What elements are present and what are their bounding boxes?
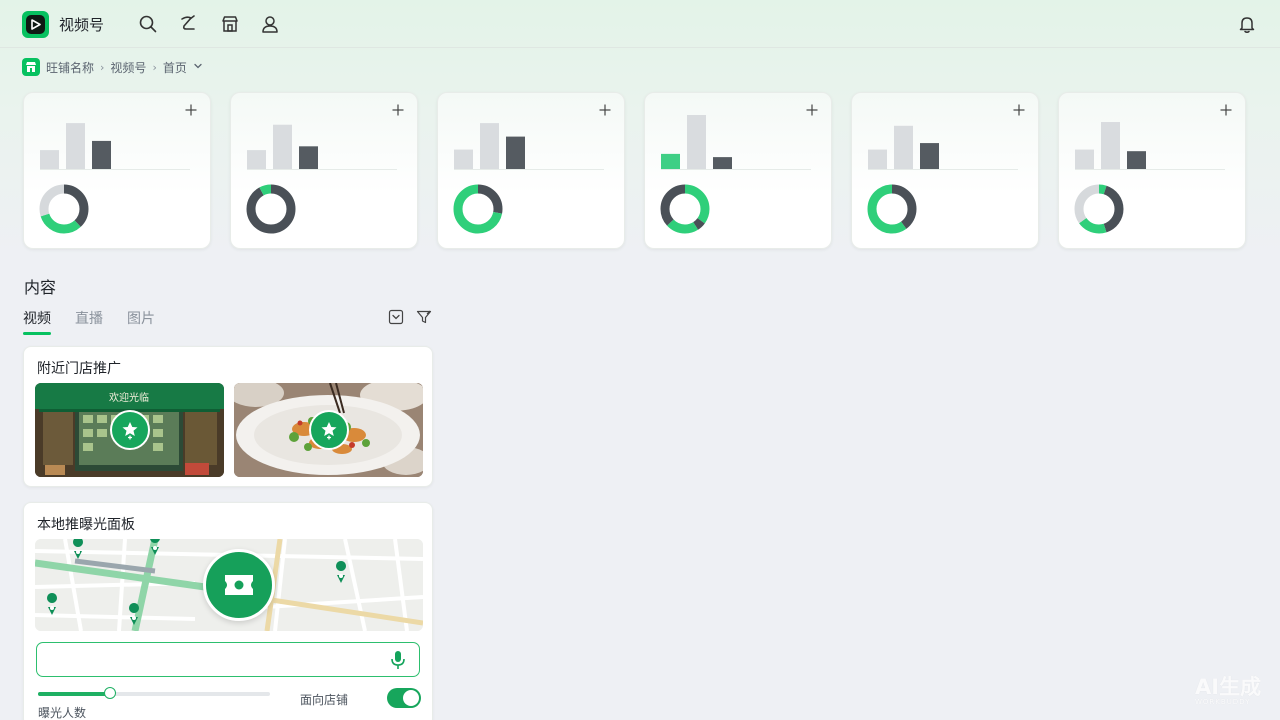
slider-fill [38, 692, 110, 696]
slider-handle[interactable] [103, 687, 116, 699]
dish-image[interactable] [234, 383, 423, 477]
bar [92, 140, 111, 169]
section-title-content: 内容 [24, 278, 57, 297]
chart-baseline [1075, 169, 1225, 170]
stat-card[interactable] [437, 92, 625, 249]
exposure-slider[interactable] [38, 687, 270, 699]
store-facing-toggle[interactable] [387, 688, 421, 708]
top-bar: 视频号 [0, 0, 1280, 48]
stat-card[interactable] [230, 92, 418, 249]
tab-live[interactable]: 直播 [75, 308, 103, 334]
map-view[interactable] [35, 539, 423, 631]
bar [687, 115, 706, 169]
tab-video[interactable]: 视频 [23, 308, 51, 335]
donut-chart [1074, 184, 1124, 234]
play-icon [26, 15, 45, 34]
star-badge-icon [309, 410, 349, 450]
breadcrumb-separator-icon: › [100, 60, 105, 74]
donut-chart [246, 184, 296, 234]
bar [40, 150, 59, 169]
bar [1101, 122, 1120, 169]
watermark-main: AI生成 [1195, 675, 1262, 699]
bar [1127, 151, 1146, 169]
star-badge-icon [110, 410, 150, 450]
bar [247, 150, 266, 169]
donut-chart [39, 184, 89, 234]
watermark-sub: WORKBUDDY [1195, 698, 1251, 706]
stat-cards [23, 92, 1246, 249]
breadcrumb-channel[interactable]: 视频号 [110, 59, 146, 76]
stat-card[interactable] [23, 92, 211, 249]
tab-image[interactable]: 图片 [127, 308, 155, 334]
storefront-image[interactable]: 欢迎光临 [35, 383, 224, 477]
stat-card[interactable] [1058, 92, 1246, 249]
bar-chart [868, 125, 939, 169]
chevron-down-icon[interactable] [193, 60, 203, 74]
slider-label: 曝光人数 [38, 706, 87, 720]
notification-bell-icon[interactable] [1236, 13, 1258, 35]
breadcrumb-shop[interactable]: 旺铺名称 [46, 59, 94, 76]
breadcrumb-home[interactable]: 首页 [163, 59, 187, 76]
breadcrumb-separator-icon: › [152, 60, 157, 74]
bar [506, 136, 525, 169]
user-icon[interactable] [259, 13, 281, 35]
bar [920, 143, 939, 169]
bar [1075, 149, 1094, 169]
microphone-icon[interactable] [390, 650, 406, 670]
stat-card[interactable] [851, 92, 1039, 249]
breadcrumb: 旺铺名称 › 视频号 › 首页 [22, 58, 203, 76]
search-box [36, 642, 420, 677]
dropdown-toggle-icon[interactable] [388, 309, 404, 325]
bar [273, 124, 292, 169]
panel-title: 附近门店推广 [37, 361, 121, 377]
promotion-icon[interactable] [177, 13, 199, 35]
content-tabs: 视频 直播 图片 [23, 308, 155, 335]
donut-chart [867, 184, 917, 234]
shop-icon [22, 58, 40, 76]
bar [454, 149, 473, 169]
nearby-store-promo-panel: 附近门店推广 欢迎光临 [23, 346, 433, 487]
store-icon[interactable] [219, 13, 241, 35]
bar-chart [661, 115, 732, 169]
chart-baseline [40, 169, 190, 170]
bar-chart [247, 124, 318, 169]
donut-chart [453, 184, 503, 234]
ai-generated-watermark: AI生成 WORKBUDDY [1195, 675, 1262, 707]
filter-icon[interactable] [416, 309, 432, 325]
bar-chart [1075, 122, 1146, 169]
chart-baseline [454, 169, 604, 170]
storefront-sign-text: 欢迎光临 [109, 391, 149, 404]
app-title: 视频号 [59, 16, 105, 34]
app-logo[interactable] [22, 11, 49, 38]
search-icon[interactable] [137, 13, 159, 35]
donut-chart [660, 184, 710, 234]
bar [299, 146, 318, 169]
bar [868, 149, 887, 169]
bar [480, 123, 499, 169]
bar [66, 123, 85, 169]
bar-chart [40, 123, 111, 169]
toggle-label: 面向店铺 [300, 693, 349, 707]
bar [894, 125, 913, 169]
ticket-icon[interactable] [203, 549, 275, 621]
toggle-knob [403, 690, 419, 706]
chart-baseline [247, 169, 397, 170]
panel-title: 本地推曝光面板 [37, 517, 135, 533]
stat-card[interactable] [644, 92, 832, 249]
bar-chart [454, 123, 525, 169]
bar [661, 153, 680, 169]
bar [713, 157, 732, 169]
donut-segment [246, 184, 296, 234]
local-exposure-panel: 本地推曝光面板 曝光人数 面向店铺 [23, 502, 433, 720]
chart-baseline [868, 169, 1018, 170]
chart-baseline [661, 169, 811, 170]
search-input[interactable] [47, 649, 377, 669]
